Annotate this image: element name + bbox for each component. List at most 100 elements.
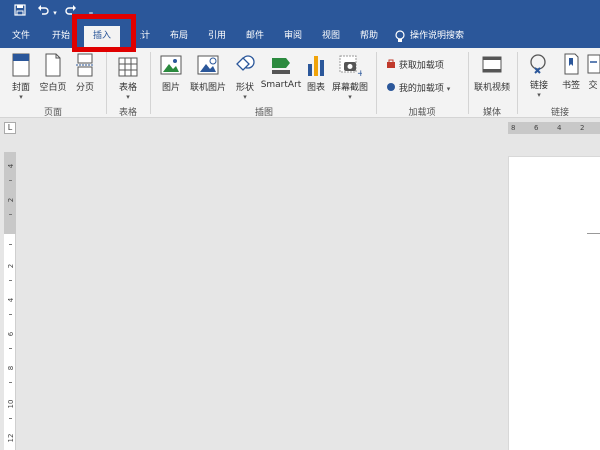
ruler-number: 12 [7,433,15,443]
picture-label: 图片 [161,83,180,93]
video-icon [482,56,502,73]
tab-layout[interactable]: 布局 [162,26,196,48]
shapes-button[interactable]: 形状 ▾ [232,52,258,101]
get-addins-button[interactable]: 获取加载项 [386,58,444,71]
blank-page-button[interactable]: 空白页 [38,52,68,93]
group-separator [517,52,518,114]
lightbulb-icon [394,26,406,48]
group-separator [150,52,151,114]
margin-guide [587,233,600,234]
chart-icon [308,56,324,76]
ruler-tick [9,348,12,349]
pages-group-label: 页面 [43,108,62,118]
ruler-row: L 8 6 4 2 [0,119,600,137]
highlight-box [72,14,136,52]
ruler-tick [9,314,12,315]
online-picture-label: 联机图片 [189,83,226,93]
online-picture-icon [197,55,219,75]
link-button[interactable]: 链接 ▾ [528,52,550,99]
tell-me-search[interactable]: 操作说明搜索 [410,26,486,48]
link-icon [530,54,546,74]
my-addins-button[interactable]: 我的加载项 ▾ [386,81,450,94]
smartart-button[interactable]: SmartArt [260,52,302,90]
tab-help[interactable]: 帮助 [352,26,386,48]
media-group-label: 媒体 [482,108,501,118]
ruler-tick [9,244,12,245]
tab-file[interactable]: 文件 [4,26,38,48]
ruler-number: 4 [557,124,562,132]
screenshot-label: 屏幕截图 [331,83,368,93]
ruler-number: 6 [7,331,15,337]
group-separator [468,52,469,114]
chevron-down-icon: ▾ [537,91,541,99]
cross-reference-icon [587,54,600,74]
links-group-label: 链接 [550,108,569,118]
chevron-down-icon: ▾ [126,93,130,101]
ruler-number: 2 [7,197,15,203]
cover-page-icon [12,53,30,77]
shapes-label: 形状 [235,83,254,93]
tab-review[interactable]: 审阅 [276,26,310,48]
save-icon[interactable] [12,4,28,22]
page-break-button[interactable]: 分页 [72,52,98,93]
illustrations-group-label: 插图 [254,108,273,118]
addins-group-label: 加载项 [408,108,436,118]
picture-button[interactable]: 图片 [158,52,184,93]
table-label: 表格 [118,83,137,93]
dropdown-arrow-icon[interactable]: ▾ [447,85,451,93]
screenshot-icon: + [339,55,362,78]
addin-icon [387,83,395,91]
chevron-down-icon: ▾ [243,93,247,101]
ruler-number: 8 [7,365,15,371]
chart-button[interactable]: 图表 [304,52,328,93]
shapes-icon [236,55,255,71]
blank-page-icon [45,53,61,77]
group-separator [376,52,377,114]
smartart-icon [272,58,290,74]
ruler-number: 4 [7,163,15,169]
tab-view[interactable]: 视图 [314,26,348,48]
ruler-tick [9,418,12,419]
ruler-number: 8 [511,124,516,132]
chevron-down-icon: ▾ [348,93,352,101]
undo-dropdown-icon[interactable]: ▾ [51,4,59,22]
bookmark-label: 书签 [561,81,580,91]
my-addins-label: 我的加载项 [398,84,444,94]
document-page[interactable] [508,156,600,450]
table-button[interactable]: 表格 ▾ [114,52,142,101]
horizontal-ruler[interactable]: 8 6 4 2 [508,122,600,134]
vertical-ruler[interactable]: 4 2 2 4 6 8 10 12 [4,152,16,450]
picture-icon [160,55,182,75]
group-separator [106,52,107,114]
ruler-tick [9,180,12,181]
ruler-number: 6 [534,124,539,132]
ruler-number: 10 [7,399,15,409]
svg-text:+: + [357,69,362,78]
bookmark-button[interactable]: 书签 [558,52,584,91]
cross-reference-label: 交 [588,81,598,91]
undo-icon[interactable] [36,4,50,22]
store-icon [387,59,395,68]
online-video-button[interactable]: 联机视频 [472,52,512,93]
ruler-tick [9,214,12,215]
screenshot-button[interactable]: + 屏幕截图 ▾ [330,52,370,101]
ruler-tick [9,382,12,383]
ribbon-insert: 封面 ▾ 空白页 分页 页面 表格 ▾ 表格 图片 联机图片 形状 ▾ SmartAr… [0,48,600,118]
get-addins-label: 获取加载项 [398,61,444,71]
tab-mailings[interactable]: 邮件 [238,26,272,48]
ruler-number: 4 [7,297,15,303]
link-label: 链接 [529,81,548,91]
tab-references[interactable]: 引用 [200,26,234,48]
chevron-down-icon: ▾ [19,93,23,101]
ruler-number: 2 [580,124,585,132]
page-break-label: 分页 [75,83,94,93]
tab-selector[interactable]: L [4,122,16,134]
cover-page-label: 封面 [11,83,30,93]
ruler-tick [9,280,12,281]
online-video-label: 联机视频 [473,83,510,93]
online-picture-button[interactable]: 联机图片 [188,52,228,93]
page-break-icon [76,53,94,77]
cover-page-button[interactable]: 封面 ▾ [8,52,34,101]
chart-label: 图表 [306,83,325,93]
cross-reference-button[interactable]: 交 [586,52,600,91]
